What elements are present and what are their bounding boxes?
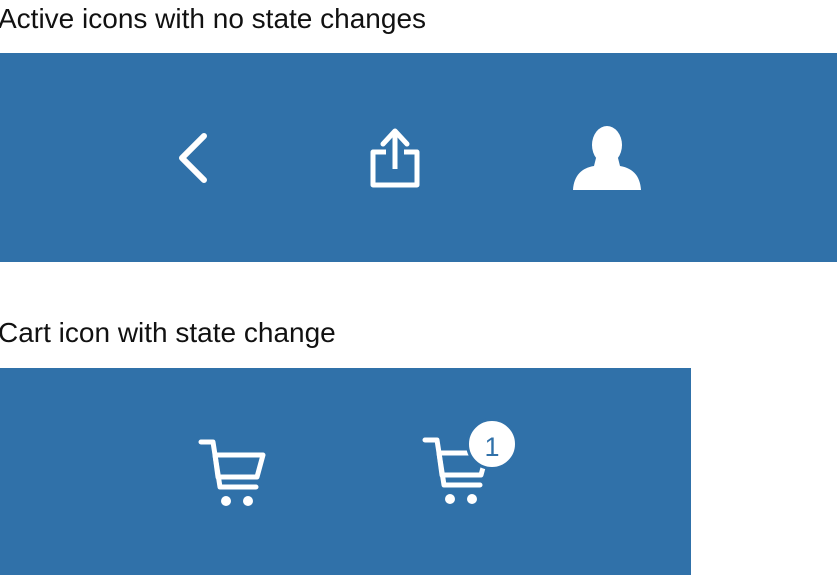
shopping-cart-icon[interactable] — [198, 437, 267, 509]
share-icon[interactable] — [369, 127, 421, 189]
section-heading-state-change: Cart icon with state change — [0, 317, 336, 348]
section-heading-no-state: Active icons with no state changes — [0, 3, 427, 34]
icon-bar-state-change — [0, 368, 691, 575]
chevron-left-icon[interactable] — [178, 133, 208, 183]
user-icon[interactable] — [572, 125, 642, 191]
cart-count-badge: 1 — [466, 418, 518, 470]
